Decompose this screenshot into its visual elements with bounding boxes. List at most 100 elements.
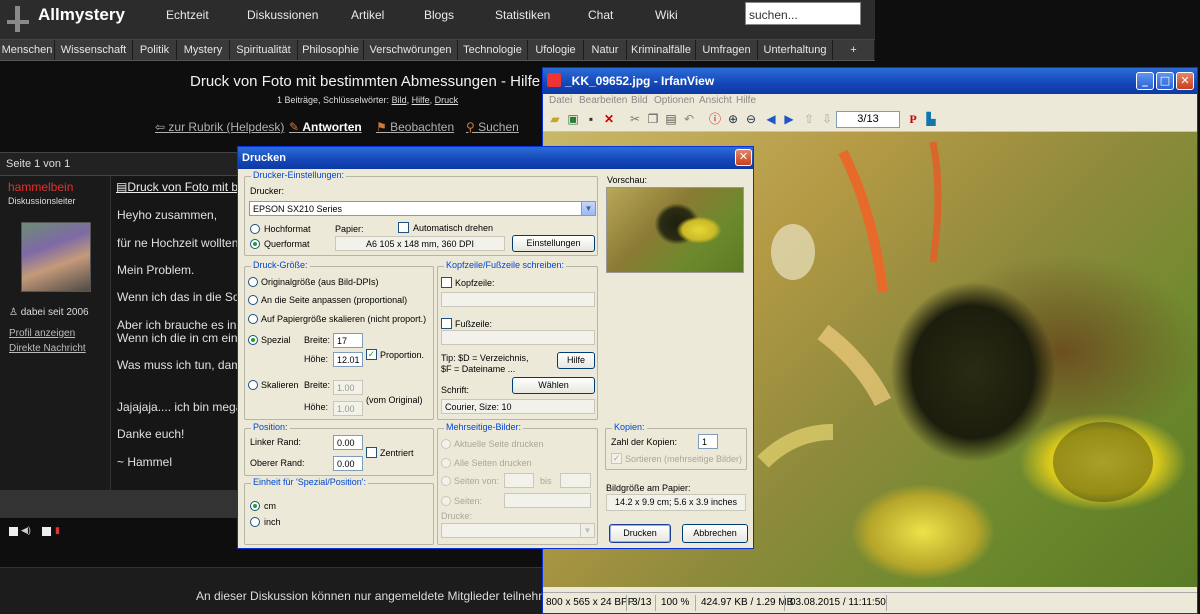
- unit-cm-radio[interactable]: [250, 501, 260, 511]
- nav-echtzeit[interactable]: Echtzeit: [166, 8, 209, 22]
- category-technologie[interactable]: Technologie: [458, 40, 528, 60]
- height-input[interactable]: 12.01: [333, 352, 363, 367]
- unit-inch-radio[interactable]: [250, 517, 260, 527]
- checkbox[interactable]: [9, 527, 18, 536]
- print-icon[interactable]: P: [905, 111, 921, 127]
- pages-range-radio[interactable]: [441, 476, 451, 486]
- checkbox[interactable]: [42, 527, 51, 536]
- category-menschen[interactable]: Menschen: [0, 40, 55, 60]
- sort-checkbox[interactable]: ✓: [611, 453, 622, 464]
- flag-icon[interactable]: ▮: [55, 525, 60, 536]
- page-number-box[interactable]: 3/13: [836, 111, 900, 128]
- nav-wiki[interactable]: Wiki: [655, 8, 678, 22]
- nav-diskussionen[interactable]: Diskussionen: [247, 8, 318, 22]
- last-icon[interactable]: ⇩: [819, 111, 835, 127]
- scale-height-input[interactable]: 1.00: [333, 401, 363, 416]
- category-umfragen[interactable]: Umfragen: [696, 40, 758, 60]
- direct-message-link[interactable]: Direkte Nachricht: [9, 343, 86, 354]
- printer-settings-button[interactable]: Einstellungen: [512, 235, 595, 252]
- fit-page-radio[interactable]: [248, 295, 258, 305]
- zoom-in-icon[interactable]: ⊕: [725, 111, 741, 127]
- profile-link[interactable]: Profil anzeigen: [9, 328, 75, 339]
- pages-list-radio[interactable]: [441, 496, 451, 506]
- header-input[interactable]: [441, 292, 595, 307]
- portrait-radio[interactable]: [250, 224, 260, 234]
- menu-hilfe[interactable]: Hilfe: [736, 95, 756, 106]
- category-politik[interactable]: Politik: [133, 40, 177, 60]
- copies-input[interactable]: 1: [698, 434, 718, 449]
- header-checkbox[interactable]: [441, 277, 452, 288]
- pages-list-input[interactable]: [504, 493, 591, 508]
- scale-width-input[interactable]: 1.00: [333, 380, 363, 395]
- close-icon[interactable]: ✕: [735, 149, 752, 166]
- cancel-button[interactable]: Abbrechen: [682, 524, 748, 543]
- minimize-icon[interactable]: _: [1136, 72, 1154, 90]
- print-button[interactable]: Drucken: [609, 524, 671, 543]
- zoom-out-icon[interactable]: ⊖: [743, 111, 759, 127]
- first-icon[interactable]: ⇧: [801, 111, 817, 127]
- chevron-down-icon[interactable]: ▼: [581, 202, 595, 215]
- nav-blogs[interactable]: Blogs: [424, 8, 454, 22]
- delete-icon[interactable]: ✕: [601, 111, 617, 127]
- original-size-radio[interactable]: [248, 277, 258, 287]
- menu-bild[interactable]: Bild: [631, 95, 648, 106]
- current-page-radio[interactable]: [441, 439, 451, 449]
- help-button[interactable]: Hilfe: [557, 352, 595, 369]
- stretch-radio[interactable]: [248, 314, 258, 324]
- prints-select[interactable]: ▼: [441, 523, 595, 538]
- keyword-link[interactable]: Hilfe: [412, 95, 430, 105]
- category-natur[interactable]: Natur: [584, 40, 627, 60]
- speaker-icon[interactable]: ◀): [21, 525, 31, 536]
- category-wissenschaft[interactable]: Wissenschaft: [55, 40, 133, 60]
- close-icon[interactable]: ✕: [1176, 72, 1194, 90]
- author-name[interactable]: hammelbein: [8, 180, 73, 194]
- custom-size-radio[interactable]: [248, 335, 258, 345]
- choose-font-button[interactable]: Wählen: [512, 377, 595, 394]
- menu-optionen[interactable]: Optionen: [654, 95, 695, 106]
- centered-checkbox[interactable]: [366, 447, 377, 458]
- scale-radio[interactable]: [248, 380, 258, 390]
- site-logo[interactable]: Allmystery: [38, 5, 125, 25]
- search-input[interactable]: suchen...: [745, 2, 861, 25]
- menu-datei[interactable]: Datei: [549, 95, 572, 106]
- left-margin-input[interactable]: 0.00: [333, 435, 363, 450]
- menu-ansicht[interactable]: Ansicht: [699, 95, 732, 106]
- irfanview-app-icon[interactable]: [547, 73, 561, 87]
- reply-link[interactable]: ✎ Antworten: [289, 120, 362, 134]
- pages-from-input[interactable]: [504, 473, 534, 488]
- printer-select[interactable]: EPSON SX210 Series ▼: [249, 201, 596, 216]
- nav-statistiken[interactable]: Statistiken: [495, 8, 550, 22]
- category-mystery[interactable]: Mystery: [177, 40, 230, 60]
- paint-icon[interactable]: ▙: [923, 111, 939, 127]
- keyword-link[interactable]: Druck: [435, 95, 459, 105]
- top-margin-input[interactable]: 0.00: [333, 456, 363, 471]
- info-icon[interactable]: ⓘ: [707, 111, 723, 127]
- avatar[interactable]: [21, 222, 91, 292]
- footer-input[interactable]: [441, 330, 595, 345]
- category-philosophie[interactable]: Philosophie: [298, 40, 364, 60]
- cut-icon[interactable]: ✂: [627, 111, 643, 127]
- previous-icon[interactable]: ◀: [763, 111, 779, 127]
- slideshow-icon[interactable]: ▣: [565, 111, 581, 127]
- next-icon[interactable]: ▶: [781, 111, 797, 127]
- post-title-link[interactable]: ▤Druck von Foto mit bestimmten Abmessung…: [116, 180, 241, 194]
- category-kriminalfaelle[interactable]: Kriminalfälle: [627, 40, 696, 60]
- pages-to-input[interactable]: [560, 473, 591, 488]
- landscape-radio[interactable]: [250, 239, 260, 249]
- footer-checkbox[interactable]: [441, 318, 452, 329]
- open-folder-icon[interactable]: ▰: [547, 111, 563, 127]
- category-more-button[interactable]: +: [833, 40, 875, 60]
- dialog-titlebar[interactable]: Drucken ✕: [238, 147, 753, 169]
- search-link[interactable]: ⚲ Suchen: [466, 120, 519, 134]
- nav-chat[interactable]: Chat: [588, 8, 613, 22]
- category-unterhaltung[interactable]: Unterhaltung: [758, 40, 833, 60]
- proportional-checkbox[interactable]: ✓: [366, 349, 377, 360]
- maximize-icon[interactable]: □: [1156, 72, 1174, 90]
- category-spiritualitaet[interactable]: Spiritualität: [230, 40, 298, 60]
- logo-icon[interactable]: [7, 6, 29, 32]
- copy-icon[interactable]: ❐: [645, 111, 661, 127]
- chevron-down-icon[interactable]: ▼: [580, 524, 594, 537]
- back-to-forum-link[interactable]: ⇦ zur Rubrik (Helpdesk): [155, 120, 284, 134]
- irfanview-titlebar[interactable]: _KK_09652.jpg - IrfanView _ □ ✕: [543, 68, 1197, 94]
- watch-link[interactable]: ⚑ Beobachten: [376, 120, 454, 134]
